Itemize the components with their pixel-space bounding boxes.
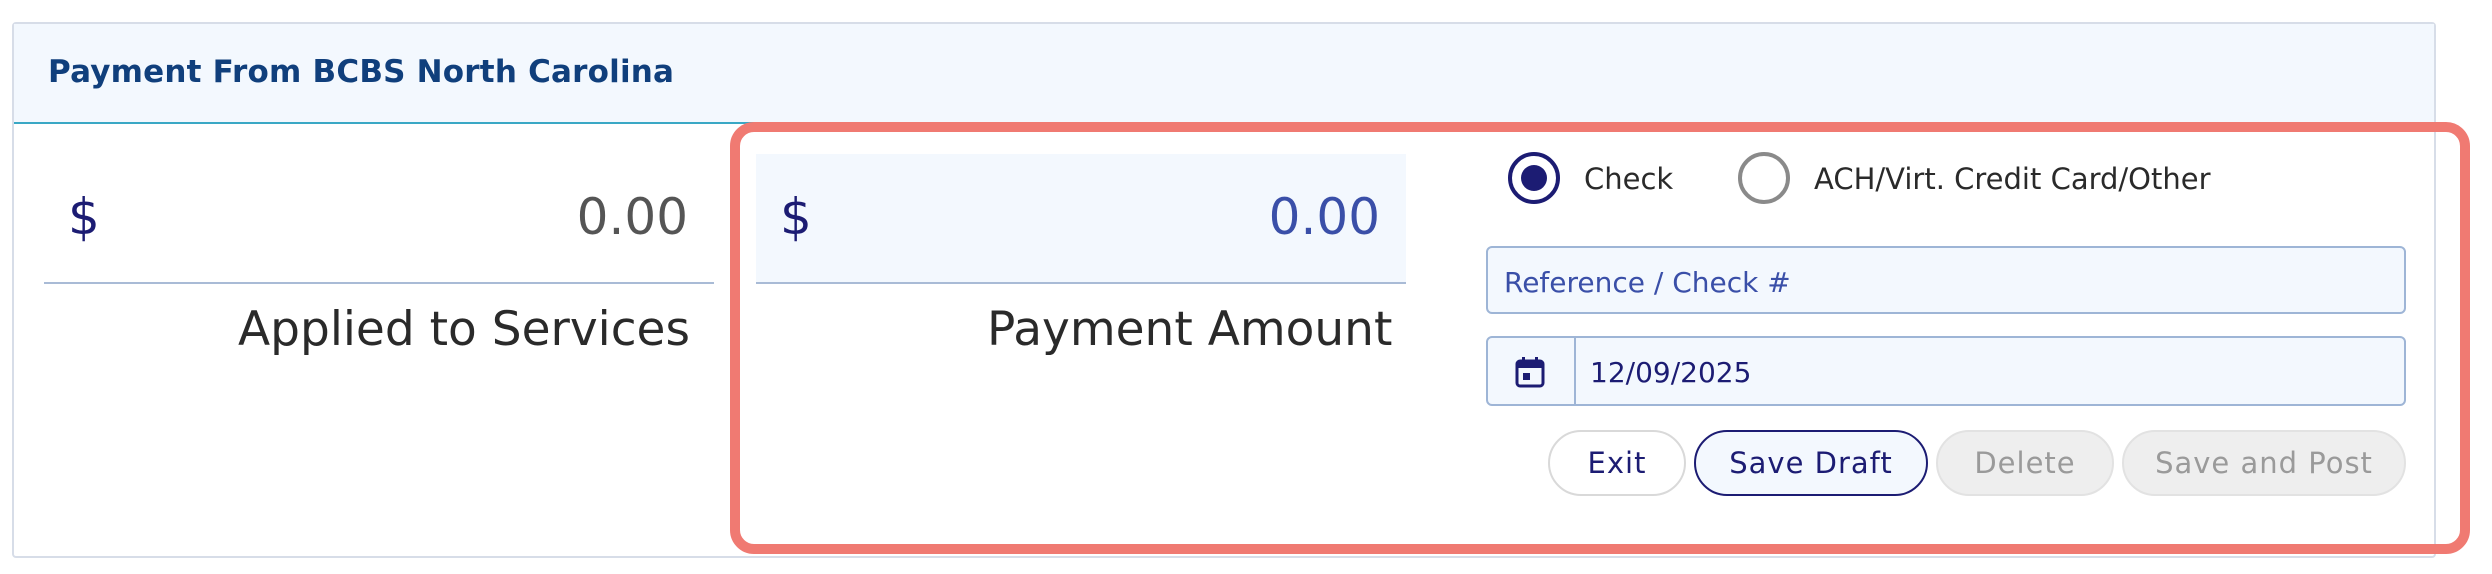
reference-check-input[interactable]: Reference / Check #	[1486, 246, 2406, 314]
applied-to-services-label: Applied to Services	[238, 302, 690, 357]
payment-amount-label: Payment Amount	[987, 302, 1393, 357]
applied-amount-value: 0.00	[576, 188, 688, 246]
save-draft-button[interactable]: Save Draft	[1694, 430, 1928, 496]
radio-unchecked-icon[interactable]	[1738, 152, 1790, 204]
calendar-icon[interactable]	[1515, 356, 1545, 388]
card-header: Payment From BCBS North Carolina	[14, 24, 2434, 124]
currency-symbol: $	[68, 188, 100, 246]
radio-ach-label[interactable]: ACH/Virt. Credit Card/Other	[1814, 162, 2211, 196]
radio-check-label[interactable]: Check	[1584, 162, 1673, 196]
currency-symbol: $	[780, 188, 812, 246]
exit-button[interactable]: Exit	[1548, 430, 1686, 496]
delete-button[interactable]: Delete	[1936, 430, 2114, 496]
payment-amount-value[interactable]: 0.00	[1269, 188, 1380, 246]
radio-checked-icon[interactable]	[1508, 152, 1560, 204]
page-title: Payment From BCBS North Carolina	[48, 54, 675, 90]
save-and-post-button[interactable]: Save and Post	[2122, 430, 2406, 496]
payment-date-field[interactable]: 12/09/2025	[1486, 336, 2406, 406]
applied-amount-display: $ 0.00	[44, 154, 714, 284]
payment-date-value[interactable]: 12/09/2025	[1590, 356, 1751, 389]
reference-placeholder: Reference / Check #	[1504, 266, 1791, 299]
payment-amount-field[interactable]: $ 0.00	[756, 154, 1406, 284]
calendar-button[interactable]	[1488, 338, 1576, 404]
